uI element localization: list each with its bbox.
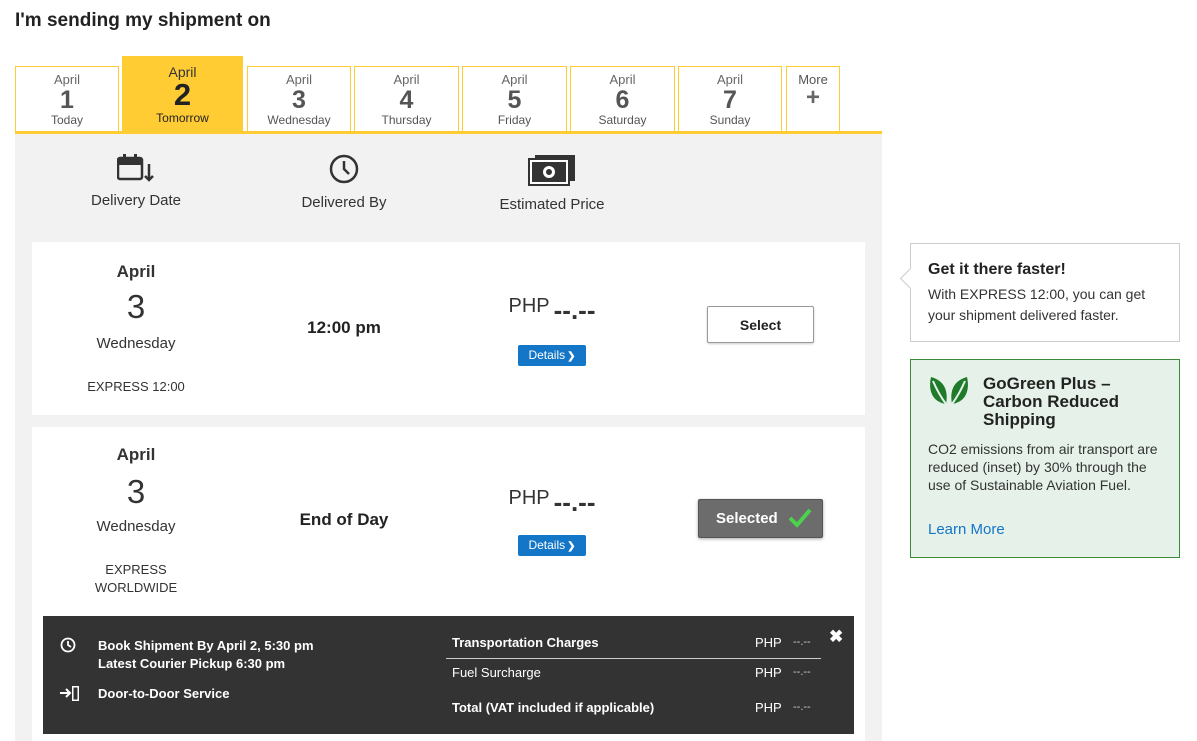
leaf-icon — [930, 377, 968, 405]
delivery-options-panel: Delivery Date Delivered By Estimated Pri… — [15, 134, 882, 741]
charge-value: --.-- — [793, 666, 811, 678]
price-amount: --.-- — [553, 487, 596, 517]
delivered-by-time: 12:00 pm — [307, 318, 381, 337]
callout-arrow — [899, 267, 922, 290]
tab-weekday: Saturday — [598, 113, 647, 127]
service-text: Door-to-Door Service — [98, 686, 230, 701]
tab-date-april-2[interactable]: April 2 Tomorrow — [122, 56, 243, 131]
selected-label: Selected — [716, 510, 778, 527]
tab-day: 3 — [292, 86, 306, 114]
promo-body: CO2 emissions from air transport are red… — [928, 441, 1158, 493]
price-currency: PHP — [508, 295, 550, 317]
tab-weekday: Friday — [497, 113, 532, 127]
ship-date-tabs: April 1 Today April 2 Tomorrow April 3 W… — [15, 56, 882, 134]
door-entry-icon — [60, 686, 79, 701]
tab-month: April — [53, 72, 80, 87]
promo-title: Get it there faster! — [928, 261, 1066, 278]
total-value: --.-- — [793, 701, 811, 713]
delivery-month: April — [116, 262, 156, 281]
charge-label: Fuel Surcharge — [452, 665, 541, 680]
details-button[interactable]: Details ❯ — [518, 345, 586, 366]
select-button[interactable]: Select — [707, 306, 814, 343]
details-label: Details — [528, 348, 566, 362]
tab-date-april-6[interactable]: April 6 Saturday — [570, 66, 675, 131]
tab-day: 1 — [60, 86, 74, 114]
clock-icon — [329, 154, 359, 184]
tab-day: 5 — [507, 86, 522, 114]
delivery-day: 3 — [126, 473, 146, 510]
shipment-details-panel: Book Shipment By April 2, 5:30 pm Latest… — [43, 616, 854, 734]
divider — [446, 658, 821, 659]
chevron-down-icon: ❯ — [567, 351, 576, 362]
checkmark-icon — [788, 508, 812, 528]
tab-date-april-7[interactable]: April 7 Sunday — [678, 66, 782, 131]
tab-day: 2 — [173, 77, 192, 112]
charge-label: Transportation Charges — [452, 635, 599, 650]
charge-value: --.-- — [793, 636, 811, 648]
tab-month: April — [716, 72, 743, 87]
promo-body: With EXPRESS 12:00, you can get your shi… — [928, 286, 1146, 323]
clock-icon — [60, 637, 76, 653]
details-label: Details — [528, 538, 566, 552]
charge-currency: PHP — [755, 665, 782, 680]
column-label: Delivery Date — [90, 192, 182, 209]
learn-more-link[interactable]: Learn More — [928, 521, 1005, 538]
courier-pickup-text: Latest Courier Pickup 6:30 pm — [98, 656, 286, 671]
tab-day: 4 — [399, 86, 414, 114]
product-name: EXPRESS 12:00 — [87, 379, 185, 394]
total-currency: PHP — [755, 700, 782, 715]
tab-weekday: Wednesday — [267, 113, 331, 127]
calendar-icon — [117, 154, 154, 182]
delivered-by-time: End of Day — [299, 510, 389, 529]
tab-month: April — [285, 72, 312, 87]
product-name-line2: WORLDWIDE — [94, 580, 178, 595]
estimated-price: PHP --.-- — [448, 295, 656, 326]
tab-date-april-1[interactable]: April 1 Today — [15, 66, 119, 131]
charge-currency: PHP — [755, 635, 782, 650]
plus-icon: + — [805, 84, 820, 111]
tab-weekday: Thursday — [381, 113, 432, 127]
chevron-down-icon: ❯ — [567, 541, 576, 552]
tab-date-april-5[interactable]: April 5 Friday — [462, 66, 567, 131]
tab-more-dates[interactable]: More + — [786, 66, 840, 131]
tab-month: April — [501, 72, 528, 87]
delivery-option-express-1200: April 3 Wednesday EXPRESS 12:00 12:00 pm… — [32, 242, 865, 415]
tab-day: 7 — [723, 86, 737, 114]
delivery-weekday: Wednesday — [96, 335, 176, 352]
page-title: I'm sending my shipment on — [15, 10, 271, 31]
column-delivered-by: Delivered By — [244, 154, 444, 211]
column-delivery-date: Delivery Date — [36, 154, 236, 209]
tab-month: April — [393, 72, 420, 87]
tab-weekday: Tomorrow — [156, 111, 209, 125]
tab-month: April — [609, 72, 636, 87]
close-icon[interactable]: ✖ — [829, 628, 843, 645]
promo-title: GoGreen Plus – Carbon Reduced Shipping — [983, 374, 1120, 429]
tab-weekday: Sunday — [709, 113, 751, 127]
delivery-day: 3 — [126, 288, 146, 325]
tab-date-april-4[interactable]: April 4 Thursday — [354, 66, 459, 131]
promo-get-it-faster: Get it there faster! With EXPRESS 12:00,… — [899, 243, 1180, 342]
column-label: Delivered By — [301, 194, 387, 211]
total-label: Total (VAT included if applicable) — [452, 700, 655, 715]
delivery-weekday: Wednesday — [96, 518, 176, 535]
delivery-option-express-worldwide: April 3 Wednesday EXPRESS WORLDWIDE End … — [32, 427, 865, 741]
product-name-line1: EXPRESS — [105, 562, 167, 577]
details-button[interactable]: Details ❯ — [518, 535, 586, 556]
column-estimated-price: Estimated Price — [452, 154, 652, 213]
column-label: Estimated Price — [499, 196, 605, 213]
money-icon — [528, 155, 575, 186]
tab-date-april-3[interactable]: April 3 Wednesday — [247, 66, 351, 131]
delivery-month: April — [116, 445, 156, 464]
selected-button[interactable]: Selected — [698, 499, 823, 538]
price-currency: PHP — [508, 487, 550, 509]
tab-day: 6 — [615, 86, 630, 114]
promo-gogreen-plus: GoGreen Plus – Carbon Reduced Shipping C… — [910, 359, 1180, 558]
book-by-text: Book Shipment By April 2, 5:30 pm — [98, 638, 314, 653]
price-amount: --.-- — [553, 295, 596, 325]
estimated-price: PHP --.-- — [448, 487, 656, 518]
tab-weekday: Today — [50, 113, 84, 127]
